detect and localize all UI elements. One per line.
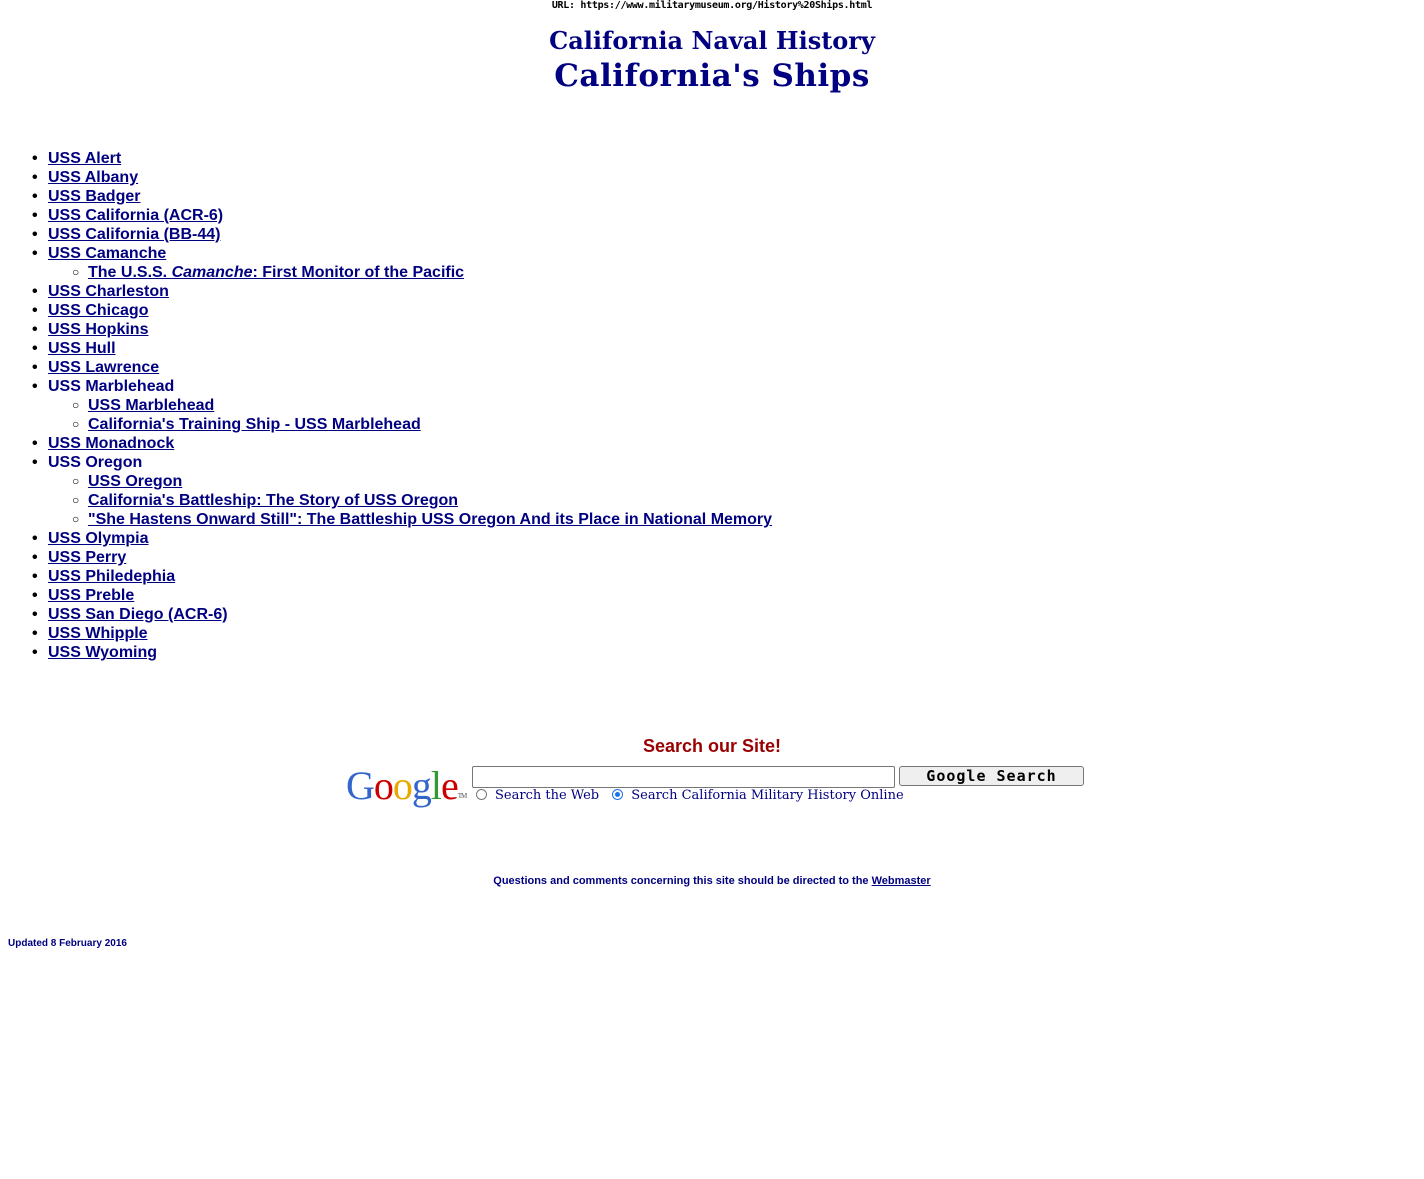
article-link[interactable]: USS Marblehead — [88, 397, 214, 414]
logo-letter: o — [373, 763, 394, 808]
footer-contact: Questions and comments concerning this s… — [0, 875, 1424, 888]
page-title: California's Ships — [554, 58, 870, 94]
list-item: USS Badger — [0, 187, 772, 206]
sub-list-item: "She Hastens Onward Still": The Battlesh… — [48, 510, 772, 529]
ship-link[interactable]: USS Olympia — [48, 530, 148, 547]
list-item: USS Wyoming — [0, 643, 772, 662]
ship-link[interactable]: USS California (ACR-6) — [48, 207, 223, 224]
list-item: USS California (ACR-6) — [0, 206, 772, 225]
radio-label: Search the Web — [495, 788, 600, 803]
search-web-radio[interactable] — [476, 789, 487, 800]
ship-label: USS Marblehead — [48, 378, 175, 395]
ship-link[interactable]: USS Albany — [48, 169, 138, 186]
search-heading: Search our Site! — [642, 736, 782, 756]
list-item: USS California (BB-44) — [0, 225, 772, 244]
list-item: USS Oregon USS Oregon California's Battl… — [0, 453, 772, 529]
link-text-italic: Camanche — [171, 264, 253, 281]
ships-list: USS Alert USS Albany USS Badger USS Cali… — [0, 149, 772, 662]
ship-link[interactable]: USS Lawrence — [48, 359, 159, 376]
ship-link[interactable]: USS California (BB-44) — [48, 226, 220, 243]
list-item: USS Whipple — [0, 624, 772, 643]
logo-letter: G — [346, 763, 375, 808]
ship-link[interactable]: USS San Diego (ACR-6) — [48, 606, 228, 623]
ship-link[interactable]: USS Wyoming — [48, 644, 157, 661]
list-item: USS Hull — [0, 339, 772, 358]
list-item: USS Camanche The U.S.S. Camanche: First … — [0, 244, 772, 282]
search-scope-options: Search the Web Search California Militar… — [476, 787, 913, 805]
search-input[interactable] — [472, 766, 895, 788]
sub-list-item: California's Battleship: The Story of US… — [48, 491, 772, 510]
webmaster-link[interactable]: Webmaster — [872, 875, 931, 887]
list-item: USS Monadnock — [0, 434, 772, 453]
list-item: USS Olympia — [0, 529, 772, 548]
list-item: USS Philedephia — [0, 567, 772, 586]
link-text: : First Monitor of the Pacific — [252, 264, 465, 281]
search-site-radio[interactable] — [612, 789, 624, 800]
sub-list-item: California's Training Ship - USS Marbleh… — [48, 415, 772, 434]
ship-link[interactable]: USS Charleston — [48, 283, 169, 300]
ship-link[interactable]: USS Whipple — [48, 625, 148, 642]
ship-link[interactable]: USS Philedephia — [48, 568, 175, 585]
list-item: USS Lawrence — [0, 358, 772, 377]
article-link[interactable]: USS Oregon — [88, 473, 182, 490]
contact-text: Questions and comments concerning this s… — [493, 875, 872, 887]
logo-letter: g — [411, 763, 432, 808]
article-link[interactable]: The U.S.S. Camanche: First Monitor of th… — [88, 264, 464, 281]
ship-link[interactable]: USS Alert — [48, 150, 121, 167]
list-item: USS Preble — [0, 586, 772, 605]
link-text: The U.S.S. — [88, 264, 172, 281]
list-item: USS Hopkins — [0, 320, 772, 339]
ship-link[interactable]: USS Preble — [48, 587, 134, 604]
ship-link[interactable]: USS Chicago — [48, 302, 148, 319]
logo-letter: l — [430, 763, 442, 808]
article-link[interactable]: California's Training Ship - USS Marbleh… — [88, 416, 421, 433]
article-link[interactable]: California's Battleship: The Story of US… — [88, 492, 458, 509]
google-search-button[interactable]: Google Search — [899, 766, 1084, 786]
logo-letter: o — [392, 763, 413, 808]
site-title: California Naval History — [549, 26, 875, 55]
list-item: USS Perry — [0, 548, 772, 567]
updated-date: Updated 8 February 2016 — [8, 938, 127, 949]
sub-list-item: The U.S.S. Camanche: First Monitor of th… — [48, 263, 772, 282]
ship-link[interactable]: USS Perry — [48, 549, 126, 566]
list-item: USS San Diego (ACR-6) — [0, 605, 772, 624]
sub-list: The U.S.S. Camanche: First Monitor of th… — [48, 263, 772, 282]
ship-link[interactable]: USS Camanche — [48, 245, 166, 262]
article-link[interactable]: "She Hastens Onward Still": The Battlesh… — [88, 511, 772, 528]
list-item: USS Marblehead USS Marblehead California… — [0, 377, 772, 434]
radio-label: Search California Military History Onlin… — [631, 788, 904, 803]
sub-list-item: USS Oregon — [48, 472, 772, 491]
ship-link[interactable]: USS Hopkins — [48, 321, 148, 338]
url-line: URL: https://www.militarymuseum.org/Hist… — [551, 0, 873, 11]
list-item: USS Albany — [0, 168, 772, 187]
sub-list-item: USS Marblehead — [48, 396, 772, 415]
logo-letter: e — [441, 763, 459, 808]
ship-link[interactable]: USS Hull — [48, 340, 116, 357]
list-item: USS Alert — [0, 149, 772, 168]
ship-label: USS Oregon — [48, 454, 143, 471]
list-item: USS Charleston — [0, 282, 772, 301]
list-item: USS Chicago — [0, 301, 772, 320]
sub-list: USS Marblehead California's Training Shi… — [48, 396, 772, 434]
sub-list: USS Oregon California's Battleship: The … — [48, 472, 772, 529]
ship-link[interactable]: USS Monadnock — [48, 435, 174, 452]
ship-link[interactable]: USS Badger — [48, 188, 140, 205]
google-logo[interactable]: GoogleTM — [346, 763, 467, 808]
logo-trademark: TM — [457, 792, 467, 800]
